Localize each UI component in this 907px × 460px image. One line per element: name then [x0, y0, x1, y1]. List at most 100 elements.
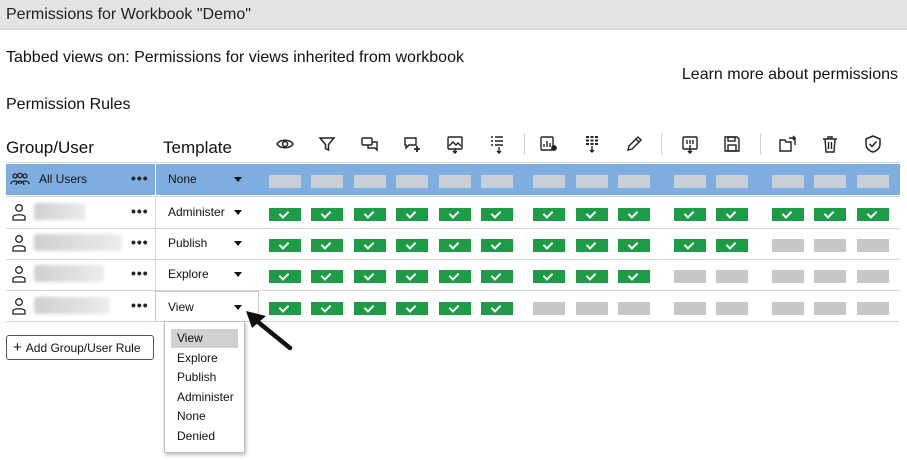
permission-cell-allowed[interactable]: [481, 208, 513, 221]
redacted-user-name: [34, 297, 110, 314]
more-actions-button[interactable]: •••: [131, 170, 149, 186]
dropdown-option-administer[interactable]: Administer: [171, 388, 238, 407]
permission-cell-allowed[interactable]: [354, 270, 386, 283]
permission-cell-allowed[interactable]: [618, 208, 650, 221]
permission-cell-unspecified[interactable]: [576, 175, 608, 188]
rule-row-user[interactable]: ••• View: [6, 291, 900, 322]
redacted-user-name: [34, 234, 122, 251]
permission-cell-unspecified[interactable]: [814, 270, 846, 283]
permission-cell-unspecified[interactable]: [311, 175, 343, 188]
more-actions-button[interactable]: •••: [131, 234, 149, 250]
permission-cell-allowed[interactable]: [354, 239, 386, 252]
more-actions-button[interactable]: •••: [131, 203, 149, 219]
permission-cell-unspecified[interactable]: [716, 302, 748, 315]
dropdown-option-view[interactable]: View: [171, 329, 238, 348]
permission-cell-allowed[interactable]: [481, 270, 513, 283]
rule-row-user[interactable]: ••• Publish: [6, 228, 900, 259]
permission-cell-allowed[interactable]: [311, 208, 343, 221]
permission-cell-unspecified[interactable]: [439, 175, 471, 188]
dropdown-option-explore[interactable]: Explore: [171, 349, 238, 368]
permission-cell-unspecified[interactable]: [618, 302, 650, 315]
permission-cell-allowed[interactable]: [439, 208, 471, 221]
overwrite-icon: [719, 131, 745, 157]
permission-cell-allowed[interactable]: [772, 208, 804, 221]
permission-cell-allowed[interactable]: [311, 270, 343, 283]
permission-cell-unspecified[interactable]: [772, 302, 804, 315]
permission-cell-unspecified[interactable]: [674, 270, 706, 283]
permission-cell-allowed[interactable]: [481, 239, 513, 252]
template-select[interactable]: Explore: [155, 259, 259, 290]
permission-cell-allowed[interactable]: [311, 302, 343, 315]
permission-cell-allowed[interactable]: [396, 302, 428, 315]
permission-cell-unspecified[interactable]: [618, 175, 650, 188]
permission-cell-allowed[interactable]: [269, 270, 301, 283]
permission-cell-allowed[interactable]: [814, 208, 846, 221]
permission-cell-allowed[interactable]: [533, 239, 565, 252]
header-divider: [6, 162, 900, 163]
dropdown-option-none[interactable]: None: [171, 407, 238, 426]
dropdown-option-publish[interactable]: Publish: [171, 368, 238, 387]
permission-cell-unspecified[interactable]: [814, 239, 846, 252]
permission-cell-allowed[interactable]: [674, 239, 706, 252]
permission-cell-unspecified[interactable]: [716, 175, 748, 188]
add-group-user-rule-button[interactable]: + Add Group/User Rule: [6, 335, 154, 360]
permission-cell-allowed[interactable]: [618, 270, 650, 283]
learn-more-link[interactable]: Learn more about permissions: [682, 66, 898, 84]
permission-cell-unspecified[interactable]: [857, 175, 889, 188]
permission-cell-allowed[interactable]: [618, 239, 650, 252]
permission-cell-unspecified[interactable]: [674, 175, 706, 188]
chevron-down-icon: [234, 177, 242, 182]
permission-cell-unspecified[interactable]: [857, 302, 889, 315]
permission-cell-allowed[interactable]: [674, 208, 706, 221]
permission-cell-unspecified[interactable]: [269, 175, 301, 188]
permission-cell-unspecified[interactable]: [354, 175, 386, 188]
permission-cell-allowed[interactable]: [396, 270, 428, 283]
permission-cell-unspecified[interactable]: [772, 239, 804, 252]
permission-cell-allowed[interactable]: [269, 239, 301, 252]
permission-cell-allowed[interactable]: [533, 270, 565, 283]
permission-cell-allowed[interactable]: [396, 208, 428, 221]
permission-cell-unspecified[interactable]: [857, 239, 889, 252]
permission-cell-allowed[interactable]: [716, 208, 748, 221]
dropdown-option-denied[interactable]: Denied: [171, 427, 238, 446]
add-rule-label: Add Group/User Rule: [25, 340, 141, 355]
permission-cell-unspecified[interactable]: [772, 175, 804, 188]
permission-cell-allowed[interactable]: [576, 239, 608, 252]
permission-cell-allowed[interactable]: [354, 302, 386, 315]
permission-cell-allowed[interactable]: [396, 239, 428, 252]
template-select[interactable]: None: [155, 164, 259, 195]
permission-cell-unspecified[interactable]: [814, 302, 846, 315]
eye-icon: [272, 131, 298, 157]
permission-cell-unspecified[interactable]: [396, 175, 428, 188]
rule-row-user[interactable]: ••• Administer: [6, 197, 900, 228]
permission-cell-unspecified[interactable]: [674, 302, 706, 315]
permission-cell-allowed[interactable]: [481, 302, 513, 315]
permission-cell-unspecified[interactable]: [772, 270, 804, 283]
permission-cell-allowed[interactable]: [439, 302, 471, 315]
permission-cell-unspecified[interactable]: [481, 175, 513, 188]
permission-cell-allowed[interactable]: [716, 239, 748, 252]
rule-row-all-users[interactable]: All Users ••• None: [6, 164, 900, 195]
permission-cell-allowed[interactable]: [311, 239, 343, 252]
template-dropdown-menu[interactable]: View Explore Publish Administer None Den…: [164, 321, 245, 453]
permission-cell-allowed[interactable]: [576, 208, 608, 221]
permission-cell-unspecified[interactable]: [716, 270, 748, 283]
permission-cell-allowed[interactable]: [269, 208, 301, 221]
permission-cell-allowed[interactable]: [354, 208, 386, 221]
rule-row-user[interactable]: ••• Explore: [6, 259, 900, 290]
permission-cell-allowed[interactable]: [857, 208, 889, 221]
permission-cell-allowed[interactable]: [439, 239, 471, 252]
permission-cell-allowed[interactable]: [533, 208, 565, 221]
permission-cell-unspecified[interactable]: [533, 302, 565, 315]
permission-cell-unspecified[interactable]: [857, 270, 889, 283]
template-select[interactable]: Publish: [155, 228, 259, 259]
permission-cell-unspecified[interactable]: [814, 175, 846, 188]
chevron-down-icon: [234, 210, 242, 215]
more-actions-button[interactable]: •••: [131, 265, 149, 281]
permission-cell-allowed[interactable]: [439, 270, 471, 283]
permission-cell-unspecified[interactable]: [533, 175, 565, 188]
permission-cell-allowed[interactable]: [576, 270, 608, 283]
more-actions-button[interactable]: •••: [131, 297, 149, 313]
permission-cell-unspecified[interactable]: [576, 302, 608, 315]
template-select[interactable]: Administer: [155, 197, 259, 228]
